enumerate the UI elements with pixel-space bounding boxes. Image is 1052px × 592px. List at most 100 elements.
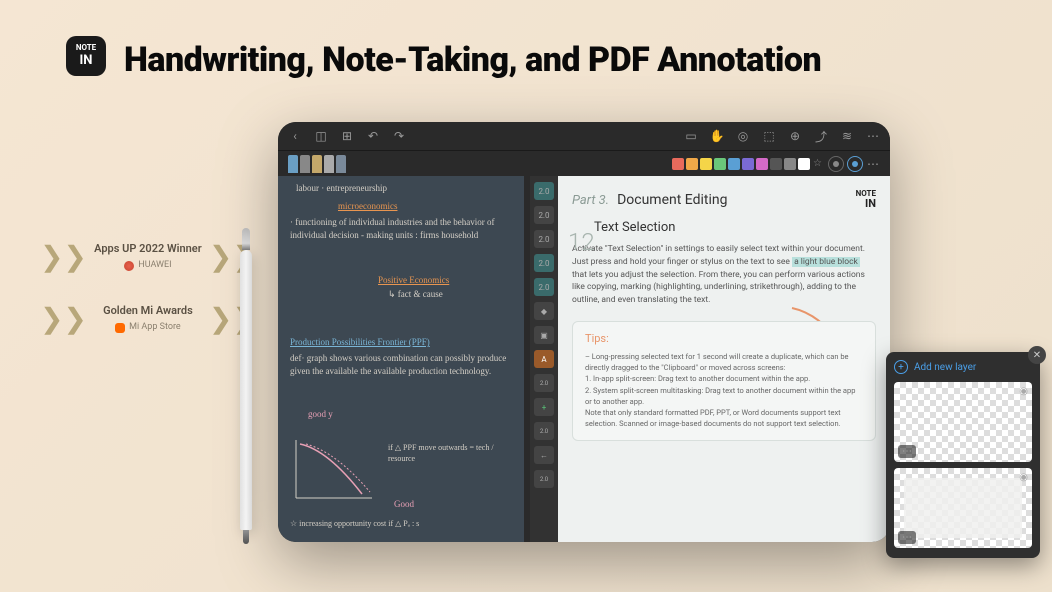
- tablet-device: ‹ ◫ ⊞ ↶ ↷ ▭ ✋ ◎ ⬚ ⊕ ⤴ ≋ ⋯ ☆ ⋯ labour · e…: [278, 122, 890, 542]
- crop-icon[interactable]: ⬚: [762, 129, 776, 143]
- layer-thumbnail-2[interactable]: ◉ ⋯: [894, 468, 1032, 548]
- brush-panel: 2.0 2.0 2.0 2.0 2.0 ◆ ▣ A 2.0 + 2.0 ← 2.…: [530, 176, 558, 542]
- brush-preset[interactable]: 2.0: [534, 230, 554, 248]
- note-in-badge: NOTEIN: [856, 190, 876, 209]
- section-number: 12: [568, 228, 595, 256]
- brush-preset[interactable]: 2.0: [534, 206, 554, 224]
- hand-icon[interactable]: ✋: [710, 129, 724, 143]
- tips-title: Tips:: [585, 332, 863, 345]
- split-view-icon[interactable]: ◫: [314, 129, 328, 143]
- stylus-illustration: [240, 250, 252, 530]
- brush-size[interactable]: 2.0: [534, 374, 554, 392]
- grid-icon[interactable]: ⊞: [340, 129, 354, 143]
- brush-preset[interactable]: 2.0: [534, 254, 554, 272]
- pen-toolbar: ☆ ⋯: [278, 150, 890, 176]
- color-swatch[interactable]: [798, 158, 810, 170]
- color-swatch[interactable]: [756, 158, 768, 170]
- visibility-icon[interactable]: ◉: [1019, 386, 1028, 397]
- toolbar-more-icon[interactable]: ⋯: [866, 157, 880, 171]
- huawei-icon: [124, 261, 134, 271]
- pen-tool[interactable]: [288, 155, 298, 173]
- brush-back[interactable]: ←: [534, 446, 554, 464]
- brush-add[interactable]: +: [534, 398, 554, 416]
- hw-axis-label: good y: [308, 408, 333, 421]
- brush-preset[interactable]: 2.0: [534, 182, 554, 200]
- ppf-graph: [288, 436, 378, 506]
- brush-size[interactable]: 2.0: [534, 422, 554, 440]
- more-icon[interactable]: ⋯: [866, 129, 880, 143]
- logo-note: NOTE: [76, 43, 96, 53]
- section-title: Text Selection: [594, 220, 876, 235]
- undo-icon[interactable]: ↶: [366, 129, 380, 143]
- marker-tool[interactable]: [312, 155, 322, 173]
- color-swatch[interactable]: [728, 158, 740, 170]
- laurel-left-icon: ❮❮: [40, 240, 87, 273]
- color-swatch[interactable]: [714, 158, 726, 170]
- highlighter-tool[interactable]: [336, 155, 346, 173]
- close-icon[interactable]: ✕: [1028, 346, 1046, 364]
- award-badge-1: ❮❮ Apps UP 2022 Winner HUAWEI ❯❯: [40, 240, 256, 273]
- laurel-left-icon: ❮❮: [40, 302, 87, 335]
- hw-text: labour · entrepreneurship: [296, 182, 387, 195]
- mi-icon: [115, 323, 125, 333]
- visibility-icon[interactable]: ◉: [1019, 472, 1028, 483]
- tips-body: – Long-pressing selected text for 1 seco…: [585, 351, 863, 430]
- hw-text: def· graph shows various combination can…: [290, 352, 514, 377]
- award-sub: HUAWEI: [138, 259, 171, 272]
- share-icon[interactable]: ⤴: [814, 129, 828, 143]
- award-sub: Mi App Store: [129, 321, 181, 334]
- layer-options-icon[interactable]: ⋯: [898, 445, 916, 458]
- award-title: Golden Mi Awards: [93, 303, 203, 318]
- stroke-option-1[interactable]: [828, 156, 844, 172]
- color-swatch[interactable]: [686, 158, 698, 170]
- color-swatch[interactable]: [770, 158, 782, 170]
- insert-icon[interactable]: ⊕: [788, 129, 802, 143]
- headline: Handwriting, Note-Taking, and PDF Annota…: [124, 40, 821, 80]
- color-swatch[interactable]: [784, 158, 796, 170]
- pen-group: [288, 155, 346, 173]
- select-icon[interactable]: ▭: [684, 129, 698, 143]
- hw-text: if △ PPF move outwards = tech / resource: [388, 442, 508, 464]
- brush-text[interactable]: A: [534, 350, 554, 368]
- hw-heading: Production Possibilities Frontier (PPF): [290, 336, 430, 349]
- hw-text: · functioning of individual industries a…: [290, 216, 510, 241]
- app-logo: NOTE IN: [66, 36, 106, 76]
- redo-icon[interactable]: ↷: [392, 129, 406, 143]
- layer-options-icon[interactable]: ⋯: [898, 531, 916, 544]
- pencil-tool[interactable]: [300, 155, 310, 173]
- document-pane[interactable]: NOTEIN Part 3. Document Editing 12 Text …: [558, 176, 890, 542]
- hw-axis-label: Good: [394, 498, 414, 511]
- layers-panel[interactable]: ✕ + Add new layer ◉ ⋯ ◉ ⋯: [886, 352, 1040, 558]
- hw-text: ☆ increasing opportunity cost if △ Pₐ : …: [290, 518, 419, 529]
- stroke-option-2[interactable]: [847, 156, 863, 172]
- brush-size[interactable]: 2.0: [534, 470, 554, 488]
- award-badge-2: ❮❮ Golden Mi Awards Mi App Store ❯❯: [40, 302, 256, 335]
- tips-box: Tips: – Long-pressing selected text for …: [572, 321, 876, 441]
- plus-icon: +: [894, 360, 908, 374]
- color-swatch[interactable]: [700, 158, 712, 170]
- app-body: labour · entrepreneurship microeconomics…: [278, 176, 890, 542]
- add-layer-button[interactable]: + Add new layer: [894, 360, 1032, 374]
- logo-in: IN: [80, 53, 93, 69]
- color-palette: [672, 158, 810, 170]
- body-paragraph: Activate "Text Selection" in settings to…: [572, 243, 876, 307]
- brush-crop[interactable]: ▣: [534, 326, 554, 344]
- hw-heading: microeconomics: [338, 200, 397, 213]
- brush-shape[interactable]: ◆: [534, 302, 554, 320]
- part-title: Document Editing: [617, 192, 727, 208]
- color-swatch[interactable]: [742, 158, 754, 170]
- doc-title-row: Part 3. Document Editing: [572, 192, 876, 208]
- hw-text: ↳ fact & cause: [388, 288, 443, 301]
- hw-heading: Positive Economics: [378, 274, 449, 287]
- color-swatch[interactable]: [672, 158, 684, 170]
- handwriting-pane[interactable]: labour · entrepreneurship microeconomics…: [278, 176, 524, 542]
- eraser-tool[interactable]: [324, 155, 334, 173]
- award-title: Apps UP 2022 Winner: [93, 241, 203, 256]
- brush-preset[interactable]: 2.0: [534, 278, 554, 296]
- back-icon[interactable]: ‹: [288, 129, 302, 143]
- lasso-icon[interactable]: ◎: [736, 129, 750, 143]
- favorite-color-icon[interactable]: ☆: [813, 158, 825, 170]
- layer-thumbnail-1[interactable]: ◉ ⋯: [894, 382, 1032, 462]
- part-label: Part 3.: [572, 193, 609, 208]
- layers-icon[interactable]: ≋: [840, 129, 854, 143]
